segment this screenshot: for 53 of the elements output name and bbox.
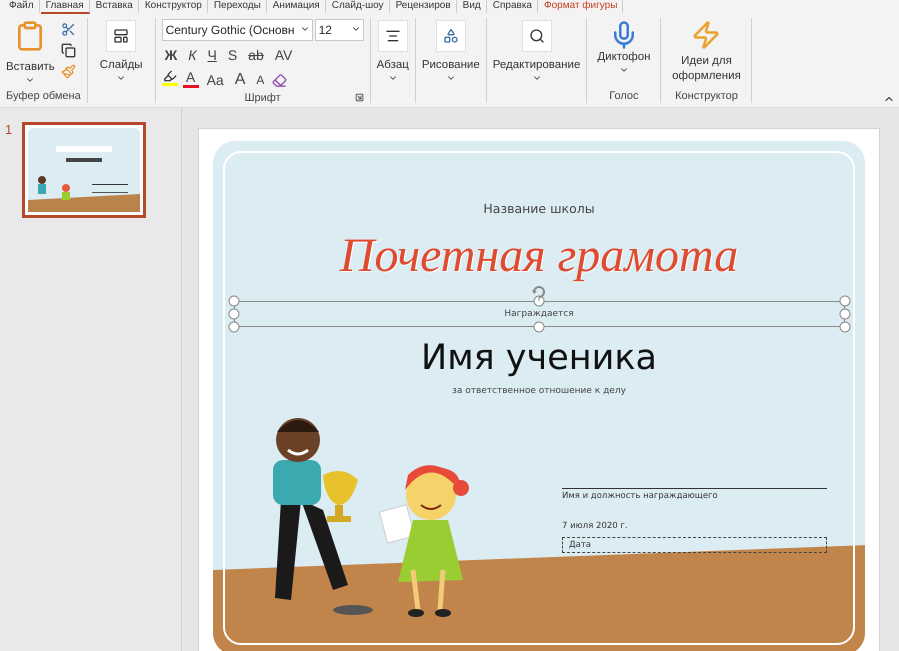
resize-handle[interactable]	[228, 308, 239, 320]
layout-icon	[113, 28, 130, 44]
date-field[interactable]: Дата	[562, 537, 827, 553]
slide-number: 1	[5, 122, 12, 137]
resize-handle[interactable]	[839, 308, 850, 320]
student-name: Имя ученика	[421, 337, 657, 380]
group-label: Конструктор	[674, 89, 739, 103]
signer-label: Имя и должность награждающего	[562, 488, 827, 501]
font-name-field[interactable]: Century Gothic (Основн	[162, 19, 313, 41]
group-label: Голос	[608, 89, 640, 103]
copy-icon[interactable]	[60, 43, 76, 58]
designer-button[interactable]: Идеи для оформления	[671, 18, 742, 89]
align-icon	[384, 28, 401, 44]
launcher-icon[interactable]	[354, 93, 364, 102]
slides-button[interactable]: Слайды	[100, 18, 143, 89]
format-button[interactable]: К	[185, 47, 200, 63]
resize-handle[interactable]	[839, 296, 850, 306]
rotate-handle-icon[interactable]	[531, 285, 547, 301]
font-size-field[interactable]: 12	[314, 19, 364, 41]
format-button[interactable]: A	[253, 73, 268, 87]
format-button[interactable]: Ж	[162, 47, 180, 63]
clear-format-icon[interactable]	[272, 72, 288, 88]
group-label: Шрифт	[244, 91, 281, 105]
shapes-icon	[442, 28, 459, 44]
certificate-title: Почетная грамота	[340, 228, 738, 284]
award-reason: за ответственное отношение к делу	[452, 385, 626, 398]
resize-handle[interactable]	[534, 296, 544, 306]
format-button[interactable]: A	[232, 71, 248, 89]
dictate-button[interactable]: Диктофон	[597, 18, 650, 89]
slide-thumbnail[interactable]	[22, 122, 146, 218]
date-text: 7 июля 2020 г.	[562, 521, 629, 531]
format-button[interactable]: AV	[272, 47, 296, 63]
font-color-button[interactable]: A	[182, 69, 199, 91]
drawing-button[interactable]: Рисование	[422, 18, 480, 89]
highlighter-icon	[162, 69, 177, 83]
paragraph-button[interactable]: Абзац	[376, 18, 409, 89]
format-button[interactable]: S	[224, 47, 240, 63]
search-icon	[528, 28, 545, 44]
paintbrush-icon[interactable]	[60, 64, 76, 79]
resize-handle[interactable]	[534, 322, 544, 332]
scissors-icon[interactable]	[60, 22, 76, 37]
editing-button[interactable]: Редактирование	[492, 18, 580, 89]
resize-handle[interactable]	[228, 296, 239, 306]
format-button[interactable]: Aa	[204, 72, 227, 88]
resize-handle[interactable]	[839, 322, 850, 332]
group-label: Буфер обмена	[6, 89, 81, 103]
format-button[interactable]: Ч	[204, 47, 220, 63]
format-button[interactable]: ab	[245, 47, 267, 63]
awarded-label: Награждается	[504, 309, 574, 319]
school-name: Название школы	[483, 201, 595, 217]
lightning-icon	[691, 20, 722, 50]
resize-handle[interactable]	[228, 322, 239, 332]
paste-button[interactable]: Вставить	[6, 18, 55, 89]
